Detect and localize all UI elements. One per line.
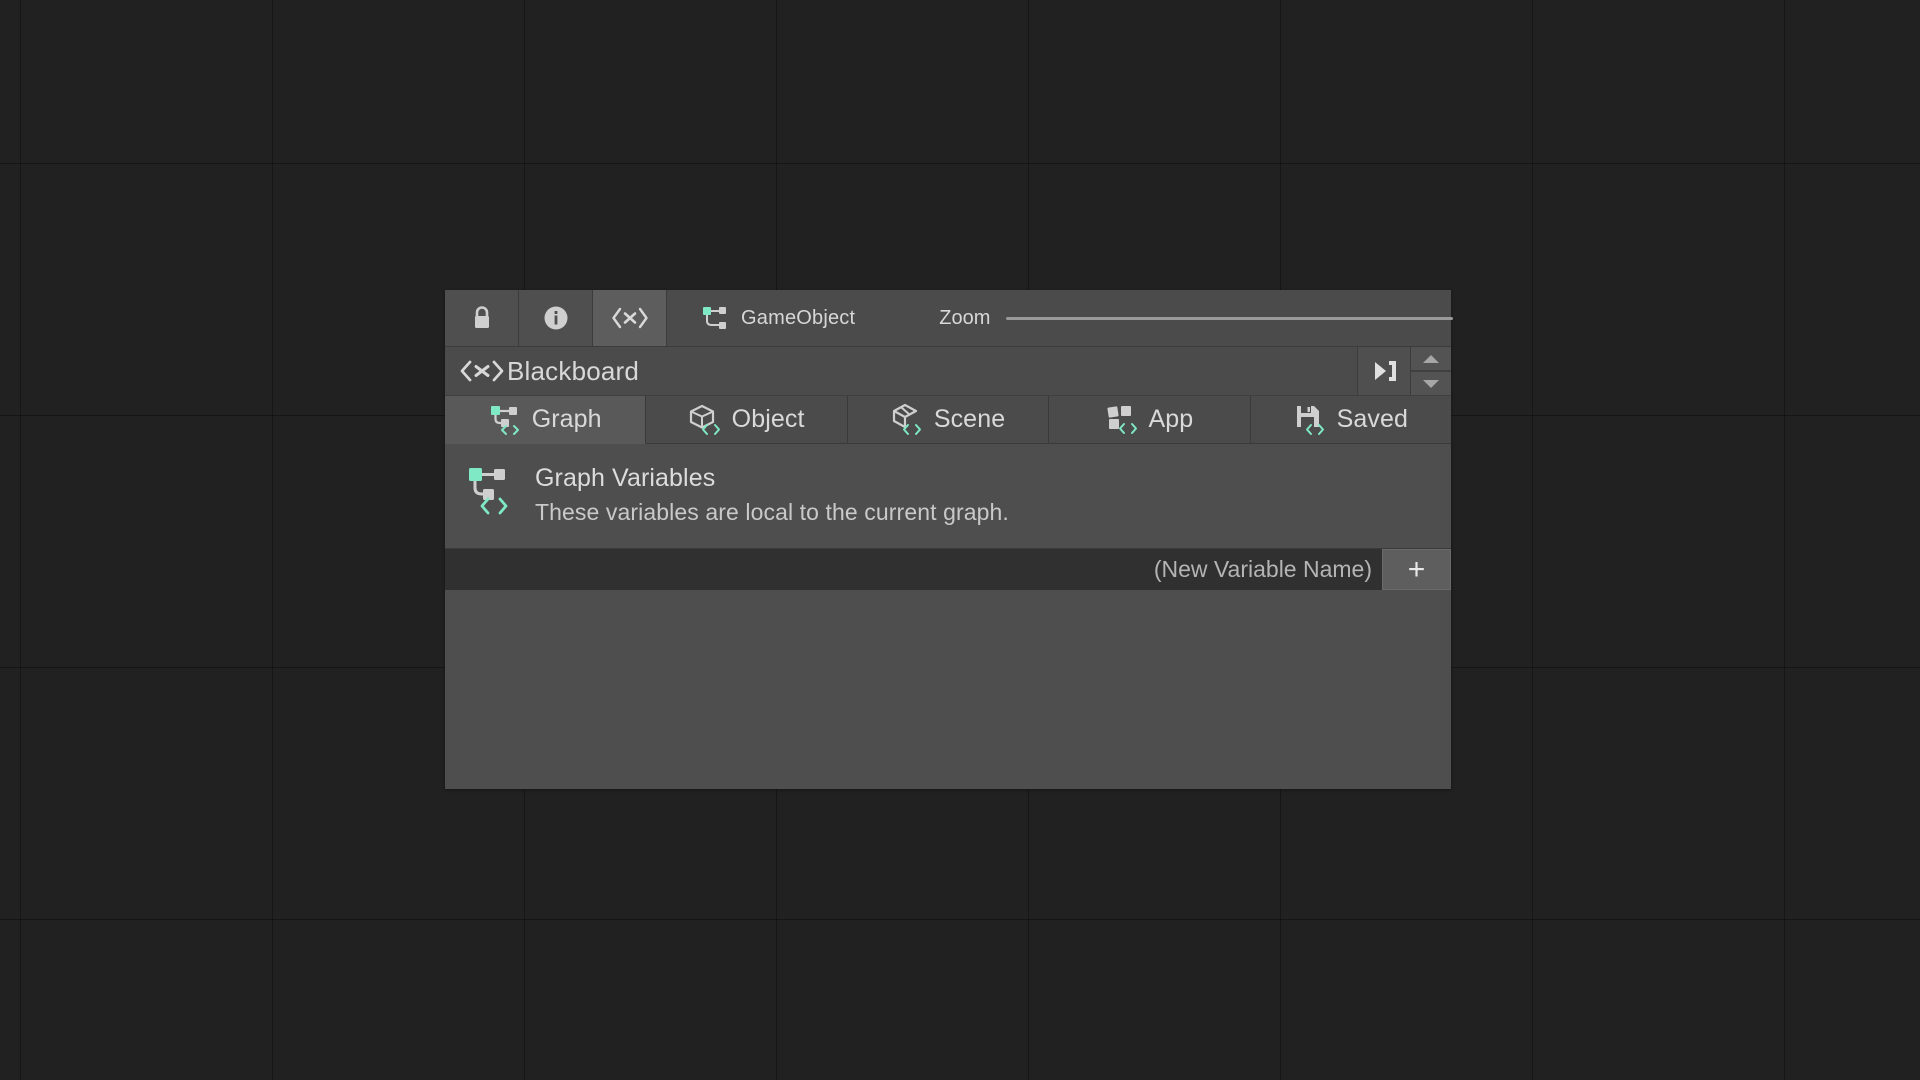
variables-icon: [459, 358, 505, 384]
triangle-up-icon: [1422, 354, 1440, 364]
graph-flow-icon: [701, 304, 729, 332]
variables-icon: [611, 306, 649, 330]
tab-scene-label: Scene: [934, 405, 1005, 434]
lock-icon: [471, 305, 493, 331]
size-stepper[interactable]: [1411, 347, 1451, 395]
new-variable-input[interactable]: [445, 549, 1382, 590]
stepper-down-button[interactable]: [1411, 371, 1451, 395]
tab-graph-label: Graph: [532, 405, 602, 434]
tab-object-label: Object: [732, 405, 805, 434]
save-scope-icon: [1294, 403, 1328, 437]
variables-list[interactable]: [445, 590, 1451, 789]
variables-description-title: Graph Variables: [535, 464, 1009, 493]
blackboard-header: Blackboard: [445, 347, 1451, 396]
tab-object[interactable]: Object: [646, 396, 847, 444]
scope-tabs: Graph Object: [445, 396, 1451, 444]
graph-scope-icon: [489, 403, 523, 437]
scene-scope-icon: [891, 403, 925, 437]
tab-app-label: App: [1149, 405, 1194, 434]
variables-button[interactable]: [593, 290, 667, 346]
dock-right-icon: [1369, 358, 1399, 384]
blackboard-title-field[interactable]: Blackboard: [445, 347, 1358, 395]
graph-target-chip[interactable]: GameObject: [667, 290, 875, 346]
info-icon: [543, 305, 569, 331]
zoom-label: Zoom: [939, 307, 990, 330]
zoom-control[interactable]: Zoom: [939, 290, 1451, 346]
stepper-up-button[interactable]: [1411, 347, 1451, 371]
tab-scene[interactable]: Scene: [848, 396, 1049, 444]
graph-toolbar: GameObject Zoom: [445, 290, 1451, 347]
tab-saved-label: Saved: [1337, 405, 1408, 434]
graph-target-label: GameObject: [741, 307, 855, 330]
tab-graph[interactable]: Graph: [445, 396, 646, 444]
variables-description-text: Graph Variables These variables are loca…: [535, 464, 1009, 526]
graph-scope-icon: [467, 464, 513, 516]
blackboard-panel: GameObject Zoom Blackboard: [445, 290, 1451, 789]
zoom-slider[interactable]: [1006, 317, 1453, 320]
tab-saved[interactable]: Saved: [1251, 396, 1451, 444]
variables-description-subtitle: These variables are local to the current…: [535, 499, 1009, 526]
app-scope-icon: [1106, 403, 1140, 437]
lock-button[interactable]: [445, 290, 519, 346]
blackboard-title: Blackboard: [507, 356, 639, 387]
add-variable-button[interactable]: +: [1382, 549, 1451, 590]
tab-app[interactable]: App: [1049, 396, 1250, 444]
new-variable-row: +: [445, 549, 1451, 590]
cube-scope-icon: [689, 403, 723, 437]
variables-description: Graph Variables These variables are loca…: [445, 444, 1451, 549]
triangle-down-icon: [1422, 379, 1440, 389]
info-button[interactable]: [519, 290, 593, 346]
dock-right-button[interactable]: [1358, 347, 1411, 395]
